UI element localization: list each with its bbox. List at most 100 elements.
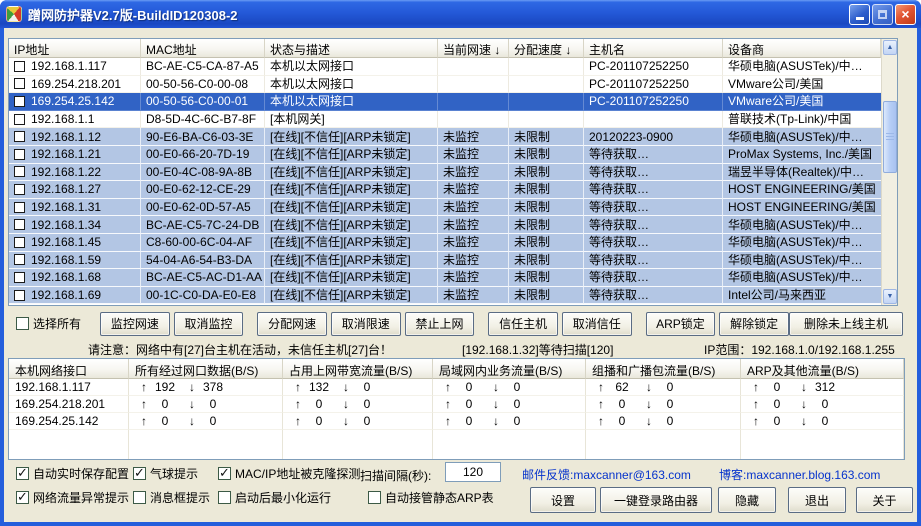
current-speed: 未监控: [438, 287, 509, 305]
blog-link[interactable]: 博客:maxcanner.blog.163.com: [719, 466, 880, 483]
ip-address: 169.254.25.142: [31, 93, 114, 109]
unlock-button[interactable]: 解除锁定: [719, 312, 789, 336]
traffic-abnormal-tip-checkbox[interactable]: ✓网络流量异常提示: [16, 489, 129, 506]
column-header[interactable]: ARP及其他流量(B/S): [741, 359, 904, 379]
upload-value: 0: [451, 380, 487, 394]
host-row[interactable]: 192.168.1.5954-04-A6-54-B3-DA[在线][不信任][A…: [9, 252, 883, 270]
allocate-speed-button[interactable]: 分配网速: [257, 312, 327, 336]
column-header[interactable]: 占用上网带宽流量(B/S): [283, 359, 433, 379]
upload-value: 0: [451, 397, 487, 411]
row-checkbox[interactable]: [14, 149, 25, 160]
client-area: IP地址MAC地址状态与描述当前网速 ↓分配速度 ↓主机名设备商 192.168…: [4, 28, 917, 522]
host-row[interactable]: 192.168.1.3100-E0-62-0D-57-A5[在线][不信任][A…: [9, 199, 883, 217]
host-table: IP地址MAC地址状态与描述当前网速 ↓分配速度 ↓主机名设备商 192.168…: [8, 38, 898, 306]
row-checkbox[interactable]: [14, 202, 25, 213]
forbid-internet-button[interactable]: 禁止上网: [405, 312, 475, 336]
auto-static-arp-checkbox[interactable]: 自动接管静态ARP表: [368, 489, 494, 506]
row-checkbox[interactable]: [14, 254, 25, 265]
select-all-checkbox[interactable]: 选择所有: [8, 315, 94, 332]
device-vendor: VMware公司/美国: [723, 93, 883, 111]
column-header[interactable]: 本机网络接口: [9, 359, 129, 379]
balloon-tip-checkbox[interactable]: ✓气球提示: [133, 465, 198, 482]
close-button[interactable]: ×: [895, 4, 916, 25]
cancel-limit-button[interactable]: 取消限速: [331, 312, 401, 336]
monitor-speed-button[interactable]: 监控网速: [100, 312, 170, 336]
column-header[interactable]: 主机名: [584, 39, 723, 58]
scroll-up-icon[interactable]: ▲: [883, 40, 897, 55]
row-checkbox[interactable]: [14, 237, 25, 248]
row-checkbox[interactable]: [14, 219, 25, 230]
host-row[interactable]: 192.168.1.2700-E0-62-12-CE-29[在线][不信任][A…: [9, 181, 883, 199]
settings-button[interactable]: 设置: [530, 487, 596, 513]
host-row[interactable]: 192.168.1.1D8-5D-4C-6C-B7-8F[本机网关]普联技术(T…: [9, 111, 883, 129]
trust-host-button[interactable]: 信任主机: [488, 312, 558, 336]
title-bar[interactable]: 蹭网防护器V2.7版-BuildID120308-2 ×: [0, 0, 921, 28]
checkbox-icon: ✓: [218, 467, 231, 480]
column-header[interactable]: 状态与描述: [265, 39, 438, 58]
auto-save-config-checkbox[interactable]: ✓自动实时保存配置: [16, 465, 129, 482]
scroll-down-icon[interactable]: ▼: [883, 289, 897, 304]
row-checkbox[interactable]: [14, 184, 25, 195]
login-router-button[interactable]: 一键登录路由器: [600, 487, 712, 513]
maximize-button[interactable]: [872, 4, 893, 25]
checkbox-label: 自动实时保存配置: [33, 465, 129, 482]
row-checkbox[interactable]: [14, 131, 25, 142]
mac-ip-clone-detect-checkbox[interactable]: ✓MAC/IP地址被克隆探测: [218, 465, 360, 482]
download-value: 0: [499, 414, 535, 428]
traffic-flow-cell: ↑0↓0: [433, 379, 586, 396]
column-header[interactable]: 当前网速 ↓: [438, 39, 509, 58]
row-checkbox[interactable]: [14, 78, 25, 89]
host-table-body: 192.168.1.117BC-AE-C5-CA-87-A5本机以太网接口PC-…: [9, 58, 883, 305]
scan-interval-input[interactable]: [445, 462, 501, 482]
column-header[interactable]: 所有经过网口数据(B/S): [129, 359, 283, 379]
vertical-scrollbar[interactable]: ▲ ▼: [881, 39, 897, 305]
scrollbar-thumb[interactable]: [883, 101, 897, 173]
mac-address: D8-5D-4C-6C-B7-8F: [141, 111, 265, 129]
ip-address: 192.168.1.27: [31, 181, 101, 197]
download-value: 378: [195, 380, 231, 394]
host-row[interactable]: 192.168.1.2200-E0-4C-08-9A-8B[在线][不信任][A…: [9, 164, 883, 182]
host-row[interactable]: 192.168.1.68BC-AE-C5-AC-D1-AA[在线][不信任][A…: [9, 269, 883, 287]
action-bar: 选择所有 监控网速取消监控分配网速取消限速禁止上网信任主机取消信任 ARP锁定解除…: [8, 311, 905, 336]
host-row[interactable]: 192.168.1.2100-E0-66-20-7D-19[在线][不信任][A…: [9, 146, 883, 164]
ip-cell: 169.254.218.201: [9, 76, 141, 94]
upload-value: 0: [604, 397, 640, 411]
about-button[interactable]: 关于: [856, 487, 913, 513]
row-checkbox[interactable]: [14, 272, 25, 283]
host-row[interactable]: 192.168.1.45C8-60-00-6C-04-AF[在线][不信任][A…: [9, 234, 883, 252]
email-feedback-link[interactable]: 邮件反馈:maxcanner@163.com: [522, 466, 691, 483]
exit-button[interactable]: 退出: [788, 487, 846, 513]
arp-lock-button[interactable]: ARP锁定: [646, 312, 716, 336]
column-header[interactable]: 组播和广播包流量(B/S): [586, 359, 741, 379]
column-header[interactable]: 分配速度 ↓: [509, 39, 584, 58]
column-header[interactable]: 局域网内业务流量(B/S): [433, 359, 586, 379]
hostname: 等待获取…: [584, 234, 723, 252]
minimize-button[interactable]: [849, 4, 870, 25]
host-row[interactable]: 192.168.1.34BC-AE-C5-7C-24-DB[在线][不信任][A…: [9, 216, 883, 234]
host-row[interactable]: 192.168.1.1290-E6-BA-C6-03-3E[在线][不信任][A…: [9, 128, 883, 146]
row-checkbox[interactable]: [14, 61, 25, 72]
row-checkbox[interactable]: [14, 166, 25, 177]
minimize-on-start-checkbox[interactable]: 启动后最小化运行: [218, 489, 331, 506]
row-checkbox[interactable]: [14, 96, 25, 107]
host-row[interactable]: 192.168.1.6900-1C-C0-DA-E0-E8[在线][不信任][A…: [9, 287, 883, 305]
current-speed: [438, 76, 509, 94]
column-header[interactable]: 设备商: [723, 39, 881, 58]
host-row[interactable]: 169.254.218.20100-50-56-C0-00-08本机以太网接口P…: [9, 76, 883, 94]
hostname: 20120223-0900: [584, 128, 723, 146]
message-box-tip-checkbox[interactable]: 消息框提示: [133, 489, 210, 506]
status-description: [本机网关]: [265, 111, 438, 129]
hostname: 等待获取…: [584, 164, 723, 182]
download-value: 0: [499, 380, 535, 394]
delete-offline-hosts-button[interactable]: 删除未上线主机: [789, 312, 903, 336]
row-checkbox[interactable]: [14, 290, 25, 301]
host-row[interactable]: 192.168.1.117BC-AE-C5-CA-87-A5本机以太网接口PC-…: [9, 58, 883, 76]
column-header[interactable]: MAC地址: [141, 39, 265, 58]
cancel-monitor-button[interactable]: 取消监控: [174, 312, 244, 336]
hide-button[interactable]: 隐藏: [718, 487, 776, 513]
cancel-trust-button[interactable]: 取消信任: [562, 312, 632, 336]
column-header[interactable]: IP地址: [9, 39, 141, 58]
ip-cell: 192.168.1.1: [9, 111, 141, 129]
host-row[interactable]: 169.254.25.14200-50-56-C0-00-01本机以太网接口PC…: [9, 93, 883, 111]
row-checkbox[interactable]: [14, 114, 25, 125]
